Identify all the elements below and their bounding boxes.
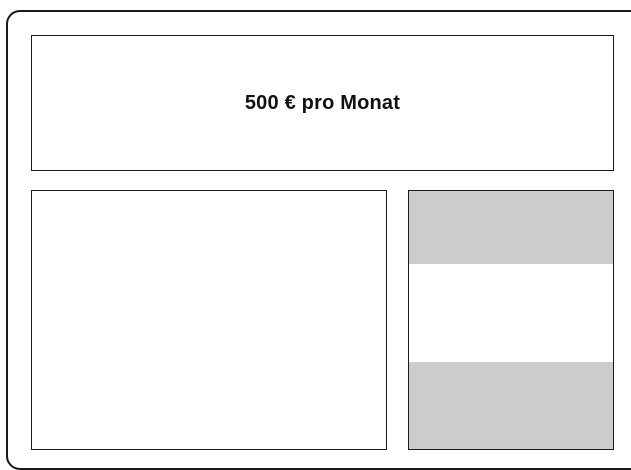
price-banner: 500 € pro Monat: [31, 35, 614, 171]
sidebar-panel: [408, 190, 614, 450]
main-content-panel: [31, 190, 387, 450]
sidebar-placeholder-top: [409, 191, 613, 264]
price-headline: 500 € pro Monat: [244, 91, 401, 114]
